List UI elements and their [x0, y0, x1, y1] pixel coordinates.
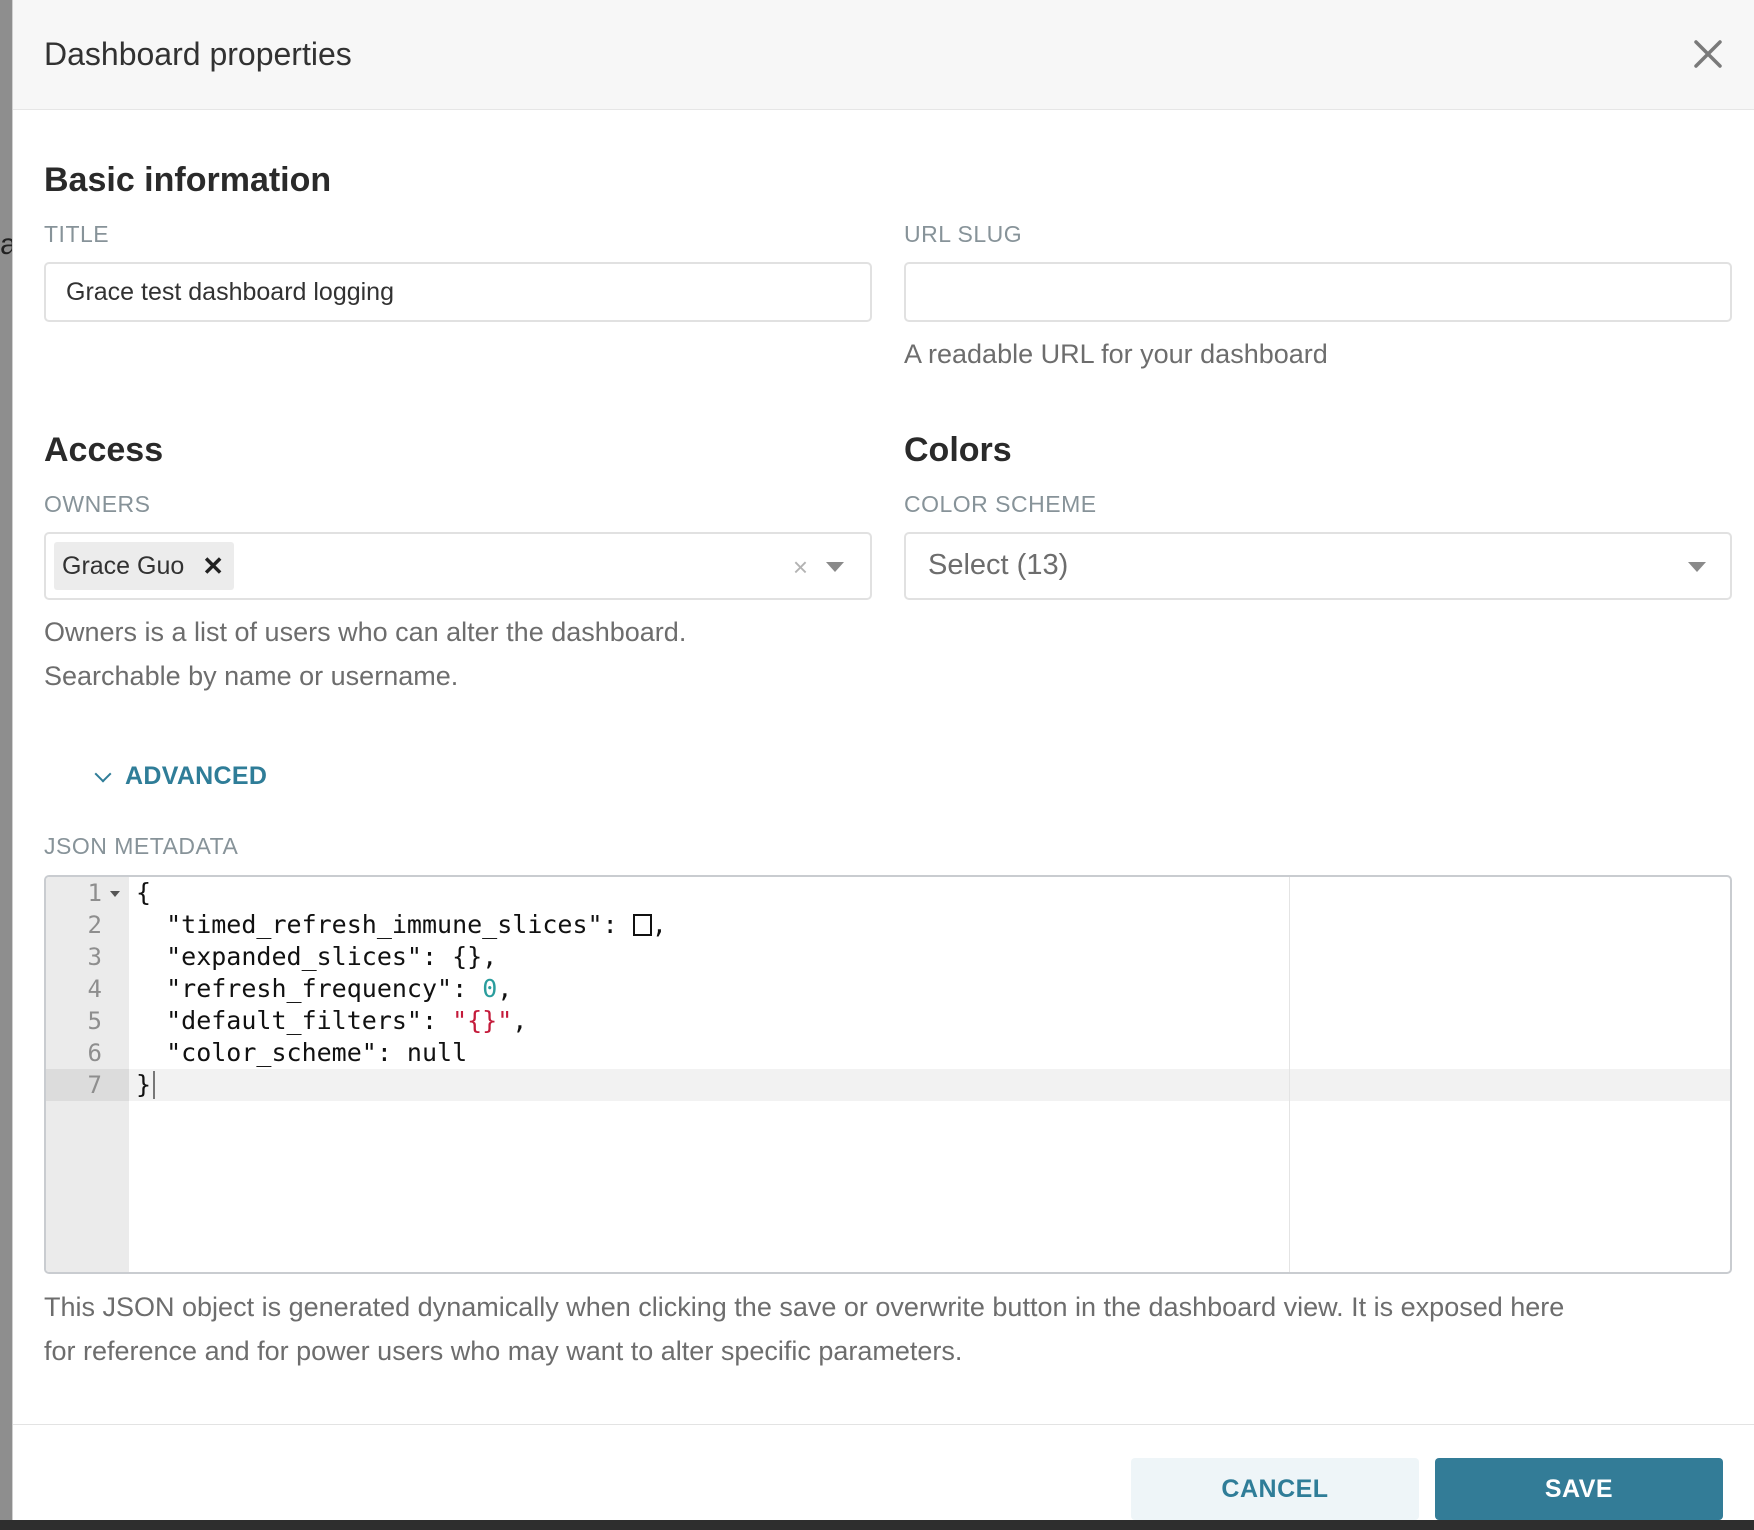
advanced-label: ADVANCED	[125, 762, 268, 790]
code-string-token: "{}"	[452, 1006, 513, 1035]
print-margin	[1289, 877, 1290, 1272]
line-number: 4	[87, 975, 102, 1003]
code-line-6: "color_scheme": null	[136, 1038, 468, 1067]
code-token: "timed_refresh_immune_slices":	[136, 910, 633, 939]
modal-header: Dashboard properties	[13, 0, 1754, 110]
clear-icon[interactable]: ×	[793, 552, 808, 583]
line-number: 6	[87, 1039, 102, 1067]
cancel-button[interactable]: CANCEL	[1131, 1458, 1419, 1520]
line-number: 5	[87, 1007, 102, 1035]
empty-array-bracket	[632, 914, 652, 936]
code-token: ,	[497, 974, 513, 1003]
code-line-5: "default_filters": "{}",	[136, 1005, 527, 1037]
chevron-down-icon	[94, 765, 112, 782]
colors-heading: Colors	[904, 431, 1012, 469]
save-button[interactable]: SAVE	[1435, 1458, 1723, 1520]
code-line-4: "refresh_frequency": 0,	[136, 973, 512, 1005]
footer-divider	[13, 1424, 1754, 1425]
line-number: 1	[87, 879, 102, 907]
title-label: TITLE	[44, 221, 110, 247]
line-number: 3	[87, 943, 102, 971]
owners-help-line-2: Searchable by name or username.	[44, 661, 459, 691]
basic-information-heading: Basic information	[44, 161, 332, 199]
line-number: 7	[87, 1071, 102, 1099]
code-line-2: "timed_refresh_immune_slices": ,	[136, 909, 667, 941]
code-token: "refresh_frequency":	[136, 974, 483, 1003]
owners-help-line-1: Owners is a list of users who can alter …	[44, 617, 687, 647]
code-line-1: {	[136, 878, 152, 907]
text-cursor	[153, 1071, 156, 1099]
chevron-down-icon[interactable]	[1688, 562, 1706, 572]
close-button[interactable]	[1686, 32, 1730, 76]
owners-help: Owners is a list of users who can alter …	[44, 610, 686, 698]
url-slug-help: A readable URL for your dashboard	[904, 339, 1328, 369]
close-icon	[1694, 40, 1722, 68]
owner-tag: Grace Guo ✕	[54, 542, 235, 590]
code-token: "default_filters":	[136, 1006, 453, 1035]
json-metadata-editor[interactable]: 1 2 3 4 5 6 7 { "timed_refresh_immune_sl…	[44, 875, 1732, 1274]
color-scheme-value: Select (13)	[928, 549, 1069, 581]
access-heading: Access	[44, 431, 164, 469]
owners-label: OWNERS	[44, 491, 151, 517]
code-token: }	[136, 1070, 152, 1099]
color-scheme-label: COLOR SCHEME	[904, 491, 1097, 517]
code-line-7: }	[136, 1069, 156, 1101]
chevron-down-icon[interactable]	[826, 562, 844, 572]
dashboard-properties-modal: Dashboard properties Basic information T…	[12, 0, 1754, 1520]
tag-remove-icon[interactable]: ✕	[202, 551, 224, 582]
json-help-line-2: for reference and for power users who ma…	[44, 1336, 963, 1366]
advanced-toggle[interactable]: ADVANCED	[83, 762, 267, 791]
fold-arrow-icon[interactable]	[110, 891, 120, 897]
json-help-line-1: This JSON object is generated dynamicall…	[44, 1292, 1565, 1322]
json-metadata-label: JSON METADATA	[44, 833, 239, 859]
code-token: ,	[512, 1006, 528, 1035]
modal-title: Dashboard properties	[44, 36, 352, 72]
owners-select[interactable]: Grace Guo ✕ ×	[44, 532, 872, 600]
line-number: 2	[87, 911, 102, 939]
code-number-token: 0	[482, 974, 498, 1003]
url-slug-label: URL SLUG	[904, 221, 1023, 247]
json-metadata-help: This JSON object is generated dynamicall…	[44, 1285, 1744, 1373]
active-line-highlight	[46, 1069, 1730, 1101]
url-slug-input[interactable]	[904, 262, 1732, 322]
title-input[interactable]	[44, 262, 872, 322]
code-line-3: "expanded_slices": {},	[136, 942, 498, 971]
code-token: ,	[651, 910, 667, 939]
bottom-edge	[0, 1520, 1754, 1530]
owner-tag-label: Grace Guo	[62, 551, 185, 580]
color-scheme-select[interactable]: Select (13)	[904, 532, 1732, 600]
